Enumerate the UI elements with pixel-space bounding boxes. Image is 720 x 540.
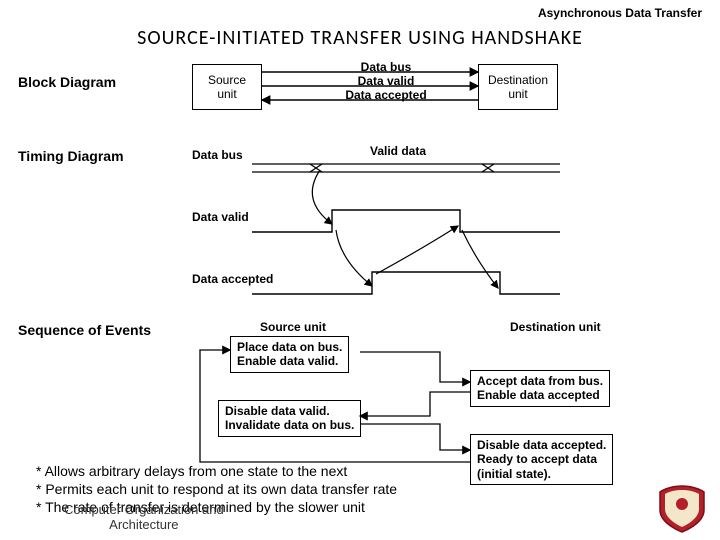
section-sequence: Sequence of Events bbox=[18, 322, 151, 338]
sequence-step2: Accept data from bus. Enable data accept… bbox=[470, 370, 610, 407]
sequence-step3: Disable data valid. Invalidate data on b… bbox=[218, 400, 361, 437]
block-source-unit: Source unit bbox=[192, 64, 262, 110]
page-title: SOURCE-INITIATED TRANSFER USING HANDSHAK… bbox=[0, 26, 720, 50]
sequence-dest-header: Destination unit bbox=[510, 320, 601, 334]
timing-data-bus-label: Data bus bbox=[192, 148, 243, 162]
sequence-step1: Place data on bus. Enable data valid. bbox=[230, 336, 349, 373]
timing-data-valid-label: Data valid bbox=[192, 210, 249, 224]
section-timing-diagram: Timing Diagram bbox=[18, 148, 124, 164]
signal-data-accepted: Data accepted bbox=[326, 88, 446, 102]
sequence-source-header: Source unit bbox=[260, 320, 326, 334]
bullet-2: * Permits each unit to respond at its ow… bbox=[36, 480, 397, 500]
footer-text: Computer Organization and Architecture bbox=[64, 502, 224, 532]
timing-valid-data-label: Valid data bbox=[370, 144, 426, 158]
bullet-1: * Allows arbitrary delays from one state… bbox=[36, 462, 347, 482]
block-destination-unit: Destination unit bbox=[478, 64, 558, 110]
section-block-diagram: Block Diagram bbox=[18, 74, 116, 90]
sequence-step4: Disable data accepted. Ready to accept d… bbox=[470, 434, 613, 485]
crest-logo bbox=[654, 484, 710, 534]
signal-data-bus: Data bus bbox=[326, 60, 446, 74]
signal-data-valid: Data valid bbox=[326, 74, 446, 88]
timing-data-accepted-label: Data accepted bbox=[192, 272, 273, 286]
topic-header: Asynchronous Data Transfer bbox=[538, 6, 702, 20]
